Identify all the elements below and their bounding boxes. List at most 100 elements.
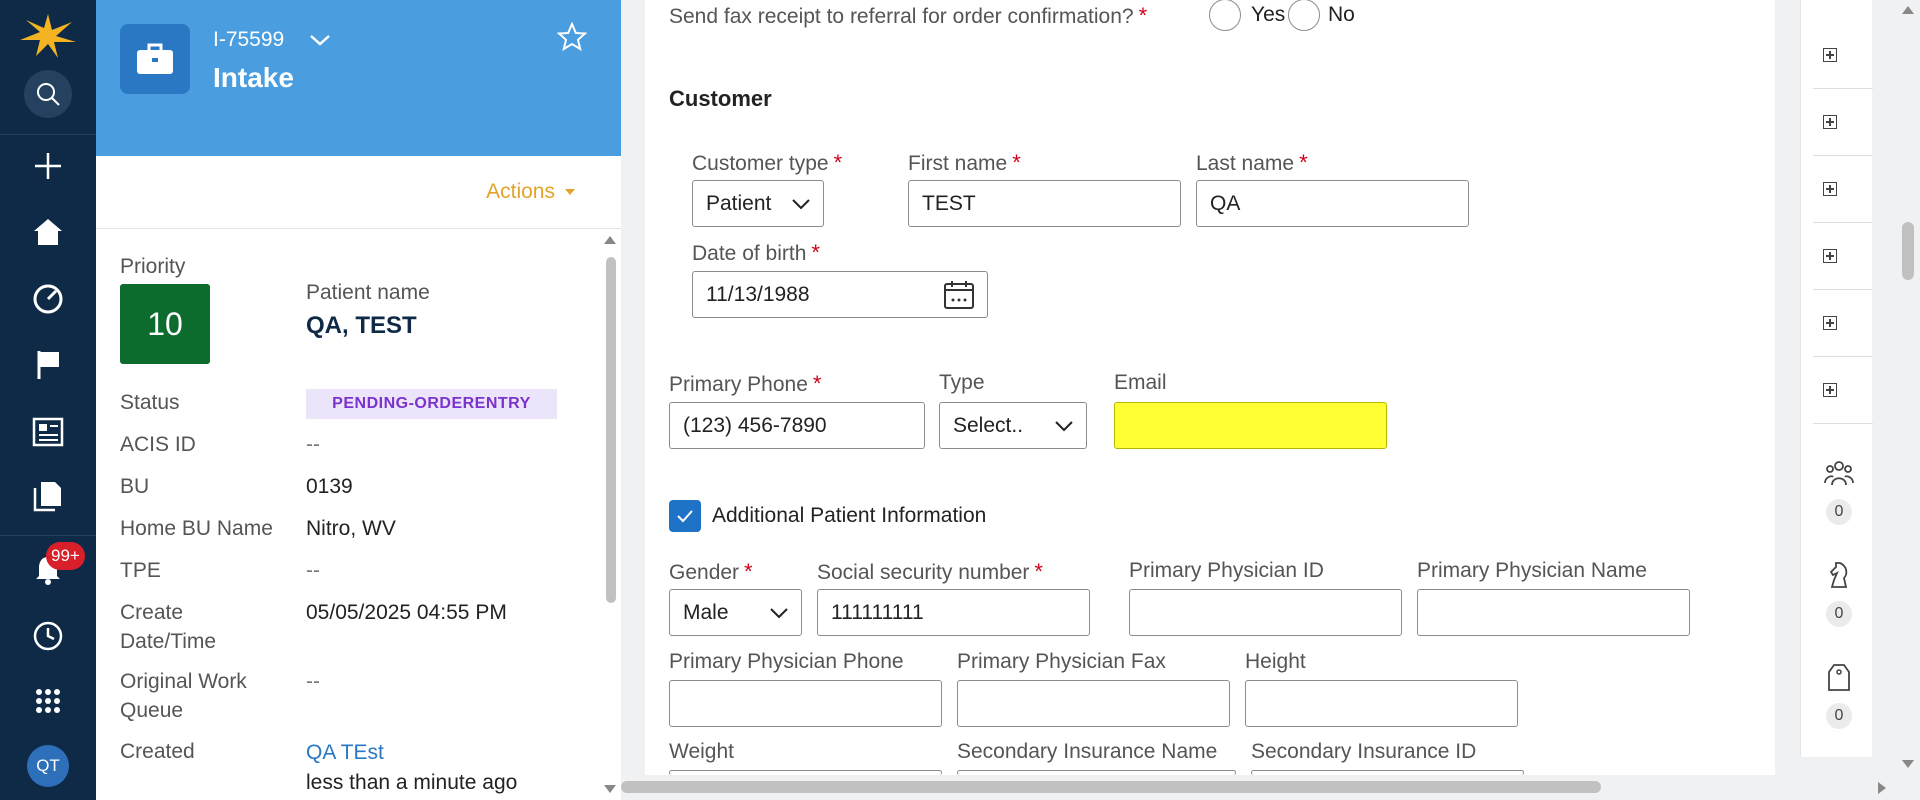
utility-expand-row[interactable]	[1813, 223, 1873, 290]
created-ago: less than a minute ago	[306, 771, 518, 794]
primary-physician-phone-field[interactable]	[669, 680, 942, 727]
add-icon[interactable]	[30, 148, 66, 184]
intake-form: Send fax receipt to referral for order c…	[645, 0, 1775, 775]
case-panel-scroll-thumb[interactable]	[606, 257, 616, 603]
patient-name-label: Patient name	[306, 281, 430, 304]
flag-icon[interactable]	[30, 347, 66, 383]
page-vertical-scroll-thumb[interactable]	[1902, 222, 1914, 280]
fax-question-label: Send fax receipt to referral for order c…	[669, 3, 1148, 28]
height-label: Height	[1245, 650, 1306, 673]
tag-icon[interactable]	[1823, 661, 1855, 693]
email-field[interactable]	[1114, 402, 1387, 449]
secondary-insurance-id-field[interactable]	[1251, 770, 1524, 775]
actions-menu[interactable]: Actions	[486, 180, 575, 204]
apps-icon[interactable]	[30, 683, 66, 719]
bu-label: BU	[120, 475, 150, 498]
case-header: I-75599 Intake	[96, 0, 621, 156]
search-icon[interactable]	[24, 70, 72, 118]
phone-type-label: Type	[939, 371, 985, 394]
primary-physician-name-field[interactable]	[1417, 589, 1690, 636]
tpe-value: --	[306, 559, 320, 582]
actions-label: Actions	[486, 180, 555, 203]
utility-expand-row[interactable]	[1813, 357, 1873, 424]
page-horizontal-scrollbar[interactable]	[621, 776, 1896, 800]
last-name-label: Last name *	[1196, 150, 1308, 175]
phone-type-select[interactable]: Select..	[939, 402, 1087, 449]
expand-icon[interactable]	[1823, 48, 1837, 62]
primary-physician-fax-field[interactable]	[957, 680, 1230, 727]
news-icon[interactable]	[30, 414, 66, 450]
create-datetime-label-2: Date/Time	[120, 630, 217, 653]
chevron-down-icon[interactable]	[308, 28, 332, 57]
gender-select[interactable]: Male	[669, 589, 802, 636]
team-icon[interactable]	[1823, 457, 1855, 489]
tag-count: 0	[1826, 703, 1852, 729]
expand-icon[interactable]	[1823, 115, 1837, 129]
home-icon[interactable]	[30, 214, 66, 250]
fax-yes-radio[interactable]	[1209, 0, 1241, 31]
utility-panel: 0 0 0	[1800, 0, 1873, 757]
star-icon[interactable]	[556, 21, 588, 57]
fax-yes-label: Yes	[1251, 3, 1286, 26]
case-panel-scrollbar[interactable]	[599, 229, 621, 800]
calendar-icon[interactable]	[943, 280, 975, 310]
priority-value: 10	[120, 284, 210, 364]
main-content: Send fax receipt to referral for order c…	[621, 0, 1779, 800]
primary-phone-field[interactable]: (123) 456-7890	[669, 402, 925, 449]
weight-field[interactable]	[669, 770, 942, 775]
acis-id-label: ACIS ID	[120, 433, 196, 456]
expand-icon[interactable]	[1823, 316, 1837, 330]
briefcase-icon	[120, 24, 190, 94]
secondary-insurance-name-field[interactable]	[957, 770, 1236, 775]
chess-knight-icon[interactable]	[1823, 559, 1855, 591]
first-name-label: First name *	[908, 150, 1021, 175]
email-label: Email	[1114, 371, 1167, 394]
ssn-label: Social security number *	[817, 559, 1043, 584]
secondary-insurance-name-label: Secondary Insurance Name	[957, 740, 1218, 763]
documents-icon[interactable]	[30, 478, 66, 514]
ssn-field[interactable]: 111111111	[817, 589, 1090, 636]
home-bu-name-value: Nitro, WV	[306, 517, 396, 540]
chevron-down-icon	[770, 607, 788, 618]
page-horizontal-scroll-thumb[interactable]	[621, 781, 1601, 793]
case-details: Priority 10 Patient name QA, TEST Status…	[96, 229, 598, 800]
expand-icon[interactable]	[1823, 249, 1837, 263]
customer-type-label: Customer type *	[692, 150, 843, 175]
primary-phone-label: Primary Phone *	[669, 371, 822, 396]
additional-info-checkbox[interactable]	[669, 500, 701, 532]
page-vertical-scrollbar[interactable]	[1896, 0, 1920, 800]
primary-physician-name-label: Primary Physician Name	[1417, 559, 1647, 582]
dob-label: Date of birth *	[692, 240, 820, 265]
created-by-link[interactable]: QA TEst	[306, 741, 384, 765]
customer-section-title: Customer	[669, 86, 772, 111]
dashboard-icon[interactable]	[30, 281, 66, 317]
chevron-down-icon	[1055, 420, 1073, 431]
original-work-queue-value: --	[306, 670, 320, 693]
chevron-down-icon	[792, 198, 810, 209]
dob-field[interactable]: 11/13/1988	[692, 271, 988, 318]
utility-expand-row[interactable]	[1813, 156, 1873, 223]
caret-down-icon	[565, 189, 575, 195]
secondary-insurance-id-label: Secondary Insurance ID	[1251, 740, 1477, 763]
history-icon[interactable]	[30, 618, 66, 654]
fax-no-radio[interactable]	[1288, 0, 1320, 31]
last-name-field[interactable]: QA	[1196, 180, 1469, 227]
logo-icon[interactable]	[18, 12, 78, 60]
tpe-label: TPE	[120, 559, 161, 582]
gender-label: Gender *	[669, 559, 753, 584]
primary-physician-id-field[interactable]	[1129, 589, 1402, 636]
status-badge: PENDING-ORDERENTRY	[306, 389, 557, 419]
create-datetime-label-1: Create	[120, 601, 184, 624]
user-avatar[interactable]: QT	[27, 745, 69, 787]
height-field[interactable]	[1245, 680, 1518, 727]
expand-icon[interactable]	[1823, 182, 1837, 196]
weight-label: Weight	[669, 740, 734, 763]
customer-type-select[interactable]: Patient	[692, 180, 824, 227]
case-summary-panel: I-75599 Intake Actions Priority 10 Patie…	[96, 0, 621, 800]
utility-expand-row[interactable]	[1813, 290, 1873, 357]
patient-name-value: QA, TEST	[306, 312, 417, 339]
expand-icon[interactable]	[1823, 383, 1837, 397]
utility-expand-row[interactable]	[1813, 89, 1873, 156]
first-name-field[interactable]: TEST	[908, 180, 1181, 227]
utility-expand-row[interactable]	[1813, 22, 1873, 89]
